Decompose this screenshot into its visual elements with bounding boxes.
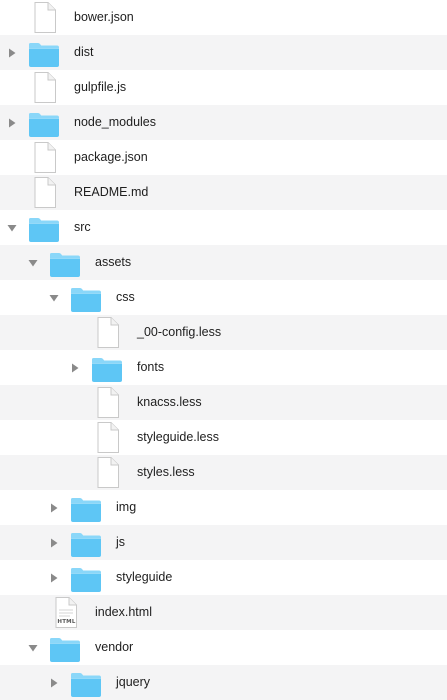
folder-icon [48,630,82,665]
item-label: gulpfile.js [74,80,127,94]
html-badge: HTML [57,619,76,625]
file-row-knacss-less[interactable]: knacss.less [0,385,447,420]
disclosure-triangle-down-icon[interactable] [27,642,39,654]
document-icon [90,315,124,350]
item-label: src [74,220,91,234]
item-label: styles.less [137,465,195,479]
file-row-gulpfile-js[interactable]: gulpfile.js [0,70,447,105]
disclosure-triangle-right-icon[interactable] [48,677,60,689]
document-icon [27,70,61,105]
folder-row-vendor[interactable]: vendor [0,630,447,665]
item-label: README.md [74,185,149,199]
disclosure-triangle-right-icon[interactable] [48,537,60,549]
disclosure-triangle-down-icon[interactable] [48,292,60,304]
disclosure-triangle-right-icon[interactable] [48,572,60,584]
folder-icon [27,35,61,70]
folder-row-js[interactable]: js [0,525,447,560]
folder-icon [69,490,103,525]
item-label: styleguide [116,570,173,584]
file-row-styles-less[interactable]: styles.less [0,455,447,490]
file-tree: bower.json dist gulpfile.js node_modulespac… [0,0,447,700]
disclosure-triangle-right-icon[interactable] [6,117,18,129]
item-label: jquery [116,675,151,689]
item-label: styleguide.less [137,430,219,444]
item-label: _00-config.less [137,325,222,339]
file-row-readme-md[interactable]: README.md [0,175,447,210]
item-label: js [116,535,126,549]
folder-icon [69,525,103,560]
document-icon [90,385,124,420]
file-row-bower-json[interactable]: bower.json [0,0,447,35]
item-label: assets [95,255,132,269]
document-icon [27,0,61,35]
folder-row-node-modules[interactable]: node_modules [0,105,447,140]
folder-icon [27,210,61,245]
item-label: package.json [74,150,148,164]
folder-row-css[interactable]: css [0,280,447,315]
folder-row-assets[interactable]: assets [0,245,447,280]
disclosure-triangle-down-icon[interactable] [27,257,39,269]
item-label: fonts [137,360,165,374]
disclosure-triangle-right-icon[interactable] [69,362,81,374]
folder-icon [48,245,82,280]
document-icon [90,420,124,455]
folder-row-fonts[interactable]: fonts [0,350,447,385]
item-label: vendor [95,640,134,654]
html-document-icon: HTML [48,595,82,630]
item-label: node_modules [74,115,157,129]
document-icon [90,455,124,490]
file-row-package-json[interactable]: package.json [0,140,447,175]
item-label: img [116,500,137,514]
document-icon [27,175,61,210]
item-label: css [116,290,135,304]
folder-icon [90,350,124,385]
document-icon [27,140,61,175]
folder-icon [69,665,103,700]
folder-row-src[interactable]: src [0,210,447,245]
disclosure-triangle-right-icon[interactable] [6,47,18,59]
folder-row-dist[interactable]: dist [0,35,447,70]
disclosure-triangle-down-icon[interactable] [6,222,18,234]
folder-icon [69,280,103,315]
folder-row-styleguide[interactable]: styleguide [0,560,447,595]
item-label: bower.json [74,10,134,24]
file-row-00-config-less[interactable]: _00-config.less [0,315,447,350]
folder-icon [27,105,61,140]
disclosure-triangle-right-icon[interactable] [48,502,60,514]
file-row-index-html[interactable]: HTML index.html [0,595,447,630]
folder-icon [69,560,103,595]
item-label: knacss.less [137,395,202,409]
folder-row-img[interactable]: img [0,490,447,525]
item-label: index.html [95,605,152,619]
file-row-styleguide-less[interactable]: styleguide.less [0,420,447,455]
folder-row-jquery[interactable]: jquery [0,665,447,700]
item-label: dist [74,45,94,59]
